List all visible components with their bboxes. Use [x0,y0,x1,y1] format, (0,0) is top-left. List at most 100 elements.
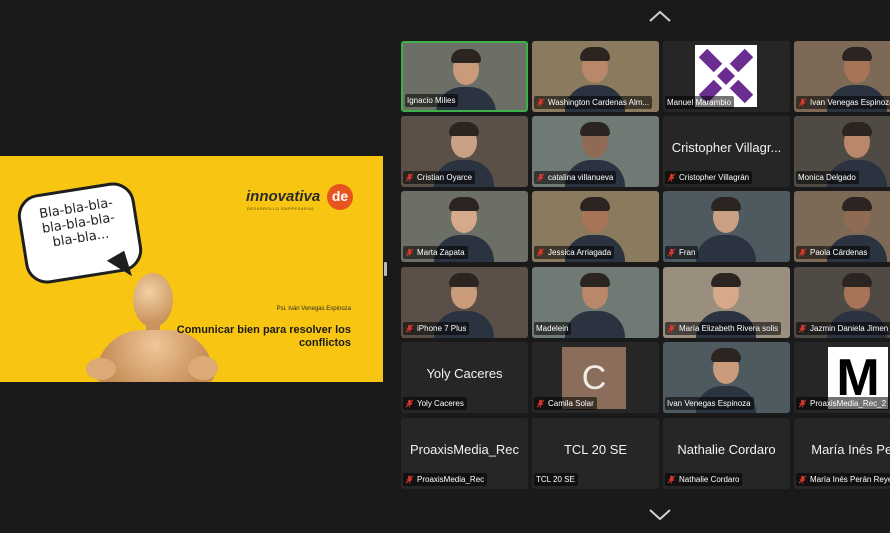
participant-name: Yoly Caceres [417,399,464,408]
participant-name-label: Madelein [534,322,572,335]
participant-name: Washington Cardenas Alm... [548,98,650,107]
participant-display-name: María Inés Pera [811,442,890,457]
participant-display-name: Yoly Caceres [426,366,503,381]
participant-name-label: ProaxisMedia_Rec [403,473,488,486]
participant-name: Ignacio Milies [407,96,456,105]
participant-tile[interactable]: catalina villanueva [532,116,659,187]
brand-name: innovativa [246,188,321,205]
participant-name: ProaxisMedia_Rec_2 [810,399,887,408]
participant-name: Marta Zapata [417,248,465,257]
participant-name-label: catalina villanueva [534,171,617,184]
participant-name-label: María Elizabeth Rivera solis [665,322,782,335]
muted-mic-icon [798,324,807,333]
participant-name: Fran [679,248,696,257]
muted-mic-icon [405,173,414,182]
participant-name-label: Ivan Venegas Espinoza [665,397,754,410]
muted-mic-icon [405,399,414,408]
participant-tile[interactable]: Cristian Oyarce [401,116,528,187]
participant-name: Cristopher Villagrán [679,173,750,182]
muted-mic-icon [667,324,676,333]
participant-name-label: Marta Zapata [403,246,468,259]
slide-presenter: Psi. Iván Venegas Espinoza [276,306,351,312]
muted-mic-icon [798,399,807,408]
shared-screen-slide: Bla-bla-bla- bla-bla-bla- bla-bla... inn… [0,156,383,382]
muted-mic-icon [405,248,414,257]
participant-name: Ivan Venegas Espinoza [810,98,890,107]
participant-tile[interactable]: C Camila Solar [532,342,659,413]
brand-suffix-badge: de [327,184,353,210]
participant-name: catalina villanueva [548,173,614,182]
participant-name-label: Jessica Arriagada [534,246,615,259]
participant-name: Manuel Marambio [667,98,732,107]
slide-nav-dots[interactable] [3,375,21,382]
participant-tile[interactable]: Fran [663,191,790,262]
participant-name: Jazmin Daniela Jimen [810,324,889,333]
participant-tile[interactable]: Yoly Caceres Yoly Caceres [401,342,528,413]
participant-tile[interactable]: María Inés Pera María Inés Perán Reye [794,418,890,489]
participant-name-label: Jazmin Daniela Jimen [796,322,890,335]
gallery-next-page-chevron-down-icon[interactable] [648,508,672,522]
participant-tile[interactable]: Ignacio Milies [401,41,528,112]
participant-tile[interactable]: María Elizabeth Rivera solis [663,267,790,338]
split-view-drag-handle[interactable] [384,262,387,276]
participant-tile[interactable]: ProaxisMedia_Rec ProaxisMedia_Rec [401,418,528,489]
participant-tile[interactable]: Washington Cardenas Alm... [532,41,659,112]
participant-name-label: Monica Delgado [796,171,859,184]
participant-tile[interactable]: iPhone 7 Plus [401,267,528,338]
participant-name-label: Paola Cárdenas [796,246,871,259]
participant-name: Madelein [536,324,569,333]
muted-mic-icon [667,248,676,257]
participant-name: TCL 20 SE [536,475,575,484]
gallery-prev-page-chevron-up-icon[interactable] [648,9,672,23]
participant-name-label: TCL 20 SE [534,473,578,486]
brand-tagline: DESARROLLO EMPRESARIAL [247,206,315,211]
participant-name-label: Ignacio Milies [405,94,459,107]
participant-tile[interactable]: Marta Zapata [401,191,528,262]
participant-name-label: Cristopher Villagrán [665,171,753,184]
participant-name: Cristian Oyarce [417,173,473,182]
participant-tile[interactable]: Ivan Venegas Espinoza [663,342,790,413]
muted-mic-icon [536,248,545,257]
participant-name: María Elizabeth Rivera solis [679,324,779,333]
muted-mic-icon [798,98,807,107]
muted-mic-icon [798,475,807,484]
participant-name-label: Cristian Oyarce [403,171,476,184]
participant-name-label: iPhone 7 Plus [403,322,470,335]
muted-mic-icon [405,475,414,484]
participant-tile[interactable]: Madelein [532,267,659,338]
participant-tile[interactable]: M ProaxisMedia_Rec_2 [794,342,890,413]
participant-tile[interactable]: Jessica Arriagada [532,191,659,262]
muted-mic-icon [536,399,545,408]
participant-display-name: TCL 20 SE [563,442,628,457]
muted-mic-icon [798,248,807,257]
participant-name-label: Yoly Caceres [403,397,467,410]
participant-name: iPhone 7 Plus [417,324,467,333]
participant-tile[interactable]: Monica Delgado [794,116,890,187]
participant-name: Jessica Arriagada [548,248,612,257]
participant-name: Paola Cárdenas [810,248,868,257]
participant-display-name: ProaxisMedia_Rec [409,442,520,457]
participant-name-label: ProaxisMedia_Rec_2 [796,397,890,410]
participant-tile[interactable]: Paola Cárdenas [794,191,890,262]
participant-name-label: Fran [665,246,699,259]
participant-tile[interactable]: TCL 20 SE TCL 20 SE [532,418,659,489]
participant-tile[interactable]: Ivan Venegas Espinoza [794,41,890,112]
participant-name: ProaxisMedia_Rec [417,475,485,484]
participant-tile[interactable]: Nathalie Cordaro Nathalie Cordaro [663,418,790,489]
muted-mic-icon [667,475,676,484]
participant-tile[interactable]: Jazmin Daniela Jimen [794,267,890,338]
muted-mic-icon [536,173,545,182]
participant-name: Camila Solar [548,399,594,408]
muted-mic-icon [536,98,545,107]
participant-display-name: Nathalie Cordaro [677,442,776,457]
participant-tile[interactable]: Manuel Marambio [663,41,790,112]
participant-tile[interactable]: Cristopher Villagr... Cristopher Villagrá… [663,116,790,187]
participant-name: Ivan Venegas Espinoza [667,399,751,408]
participant-name: Nathalie Cordaro [679,475,740,484]
muted-mic-icon [667,173,676,182]
participant-name-label: Camila Solar [534,397,597,410]
participant-name-label: Nathalie Cordaro [665,473,743,486]
participant-name-label: María Inés Perán Reye [796,473,890,486]
participant-name: María Inés Perán Reye [810,475,890,484]
participant-display-name: Cristopher Villagr... [671,140,782,155]
